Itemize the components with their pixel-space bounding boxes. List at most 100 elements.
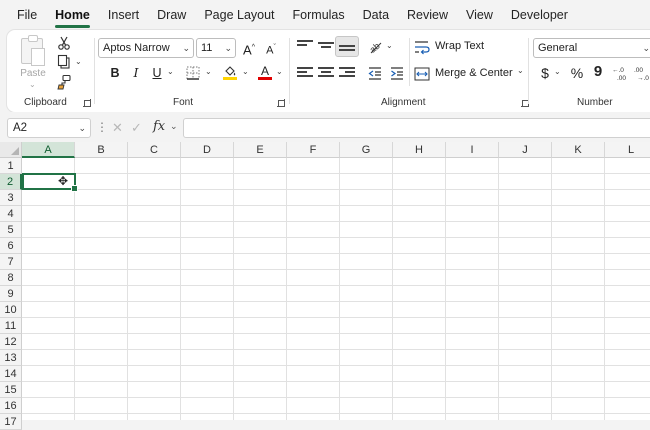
svg-text:A: A bbox=[261, 64, 269, 78]
middle-align-icon[interactable] bbox=[318, 42, 334, 56]
comma-style-button[interactable]: 9 bbox=[588, 62, 608, 82]
borders-icon[interactable] bbox=[185, 65, 201, 81]
paste-button[interactable]: Paste ⌄ bbox=[13, 34, 53, 94]
wrap-text-button[interactable]: Wrap Text bbox=[414, 38, 494, 56]
align-center-icon[interactable] bbox=[318, 67, 334, 81]
row-header-17[interactable]: 17 bbox=[0, 414, 22, 430]
font-launcher-icon[interactable] bbox=[277, 99, 285, 107]
column-header-h[interactable]: H bbox=[393, 142, 446, 158]
column-header-k[interactable]: K bbox=[552, 142, 605, 158]
row-header-16[interactable]: 16 bbox=[0, 398, 22, 414]
increase-indent-icon[interactable] bbox=[389, 65, 405, 81]
percent-button[interactable]: % bbox=[567, 63, 587, 83]
chevron-down-icon[interactable]: ⌄ bbox=[276, 67, 283, 76]
svg-text:←.0: ←.0 bbox=[612, 67, 624, 74]
column-header-e[interactable]: E bbox=[234, 142, 287, 158]
chevron-down-icon[interactable]: ⌄ bbox=[517, 66, 524, 75]
select-all-button[interactable] bbox=[0, 142, 22, 158]
svg-text:.00: .00 bbox=[634, 67, 643, 74]
font-color-icon[interactable]: A bbox=[257, 64, 273, 80]
tab-draw[interactable]: Draw bbox=[148, 0, 195, 30]
cell-area[interactable] bbox=[22, 158, 650, 420]
bold-button[interactable]: B bbox=[105, 63, 125, 83]
tab-developer[interactable]: Developer bbox=[502, 0, 577, 30]
chevron-down-icon[interactable]: ⌄ bbox=[170, 121, 178, 132]
chevron-down-icon: ⌄ bbox=[224, 43, 232, 53]
row-header-14[interactable]: 14 bbox=[0, 366, 22, 382]
currency-button[interactable]: $ bbox=[535, 63, 555, 83]
chevron-down-icon[interactable]: ⌄ bbox=[75, 57, 82, 66]
row-header-12[interactable]: 12 bbox=[0, 334, 22, 350]
underline-button[interactable]: U bbox=[147, 63, 167, 83]
row-header-2[interactable]: 2 bbox=[0, 174, 22, 190]
font-size-dropdown[interactable]: 11 ⌄ bbox=[196, 38, 236, 58]
row-header-7[interactable]: 7 bbox=[0, 254, 22, 270]
number-format-dropdown[interactable]: General ⌄ bbox=[533, 38, 650, 58]
column-header-i[interactable]: I bbox=[446, 142, 499, 158]
row-header-8[interactable]: 8 bbox=[0, 270, 22, 286]
increase-decimal-icon[interactable]: ←.0 .00 bbox=[612, 65, 630, 81]
tab-view[interactable]: View bbox=[457, 0, 502, 30]
column-header-c[interactable]: C bbox=[128, 142, 181, 158]
decrease-indent-icon[interactable] bbox=[367, 65, 383, 81]
column-header-l[interactable]: L bbox=[605, 142, 650, 158]
column-header-d[interactable]: D bbox=[181, 142, 234, 158]
wrap-text-icon bbox=[415, 41, 430, 55]
increase-font-size-button[interactable]: A^ bbox=[239, 38, 259, 58]
chevron-down-icon[interactable]: ⌄ bbox=[242, 67, 249, 76]
name-box[interactable]: A2 ⌄ bbox=[7, 118, 91, 138]
chevron-down-icon[interactable]: ⌄ bbox=[386, 41, 393, 50]
column-header-j[interactable]: J bbox=[499, 142, 552, 158]
chevron-down-icon: ⌄ bbox=[182, 43, 190, 53]
decrease-decimal-icon[interactable]: .00 →.0 bbox=[634, 65, 650, 81]
enter-icon[interactable]: ✓ bbox=[131, 120, 142, 136]
row-header-11[interactable]: 11 bbox=[0, 318, 22, 334]
tab-insert[interactable]: Insert bbox=[99, 0, 148, 30]
menu-bar: File Home Insert Draw Page Layout Formul… bbox=[0, 0, 650, 30]
row-header-13[interactable]: 13 bbox=[0, 350, 22, 366]
row-header-3[interactable]: 3 bbox=[0, 190, 22, 206]
top-align-icon[interactable] bbox=[297, 40, 313, 54]
orientation-icon[interactable]: ab bbox=[367, 39, 383, 55]
format-painter-icon[interactable] bbox=[56, 74, 72, 90]
font-name-dropdown[interactable]: Aptos Narrow ⌄ bbox=[98, 38, 194, 58]
more-options-icon[interactable]: ⋮ bbox=[96, 120, 108, 134]
chevron-down-icon[interactable]: ⌄ bbox=[554, 67, 561, 76]
italic-button[interactable]: I bbox=[126, 63, 146, 83]
scissors-icon[interactable] bbox=[56, 35, 72, 51]
fill-color-icon[interactable] bbox=[222, 64, 238, 80]
clipboard-launcher-icon[interactable] bbox=[83, 99, 91, 107]
chevron-down-icon[interactable]: ⌄ bbox=[205, 67, 212, 76]
tab-formulas[interactable]: Formulas bbox=[284, 0, 354, 30]
column-header-g[interactable]: G bbox=[340, 142, 393, 158]
column-header-a[interactable]: A bbox=[22, 142, 75, 158]
cancel-icon[interactable]: ✕ bbox=[112, 120, 123, 136]
worksheet-grid[interactable]: ABCDEFGHIJKL 1 2 3 4 5 6 7 8 9 10 11 12 13 14 15 16 17 ✥ bbox=[0, 142, 650, 430]
column-header-f[interactable]: F bbox=[287, 142, 340, 158]
column-header-b[interactable]: B bbox=[75, 142, 128, 158]
row-header-5[interactable]: 5 bbox=[0, 222, 22, 238]
decrease-font-size-button[interactable]: Aˇ bbox=[261, 38, 281, 58]
row-header-9[interactable]: 9 bbox=[0, 286, 22, 302]
tab-data[interactable]: Data bbox=[354, 0, 398, 30]
chevron-down-icon: ⌄ bbox=[642, 43, 650, 53]
row-header-4[interactable]: 4 bbox=[0, 206, 22, 222]
tab-review[interactable]: Review bbox=[398, 0, 457, 30]
tab-file[interactable]: File bbox=[8, 0, 46, 30]
tab-home[interactable]: Home bbox=[46, 0, 99, 30]
chevron-down-icon[interactable]: ⌄ bbox=[167, 67, 174, 76]
row-header-15[interactable]: 15 bbox=[0, 382, 22, 398]
number-group-label: Number bbox=[577, 97, 613, 108]
merge-center-button[interactable]: Merge & Center ⌄ bbox=[414, 65, 526, 83]
copy-icon[interactable] bbox=[56, 54, 72, 70]
tab-page-layout[interactable]: Page Layout bbox=[195, 0, 283, 30]
align-left-icon[interactable] bbox=[297, 67, 313, 81]
row-header-6[interactable]: 6 bbox=[0, 238, 22, 254]
row-header-1[interactable]: 1 bbox=[0, 158, 22, 174]
align-right-icon[interactable] bbox=[339, 67, 355, 81]
clipboard-icon bbox=[21, 35, 45, 66]
insert-function-button[interactable]: fx bbox=[153, 119, 165, 134]
formula-input[interactable] bbox=[183, 118, 650, 138]
formula-bar: A2 ⌄ ⋮ ✕ ✓ fx ⌄ bbox=[0, 112, 650, 142]
row-header-10[interactable]: 10 bbox=[0, 302, 22, 318]
